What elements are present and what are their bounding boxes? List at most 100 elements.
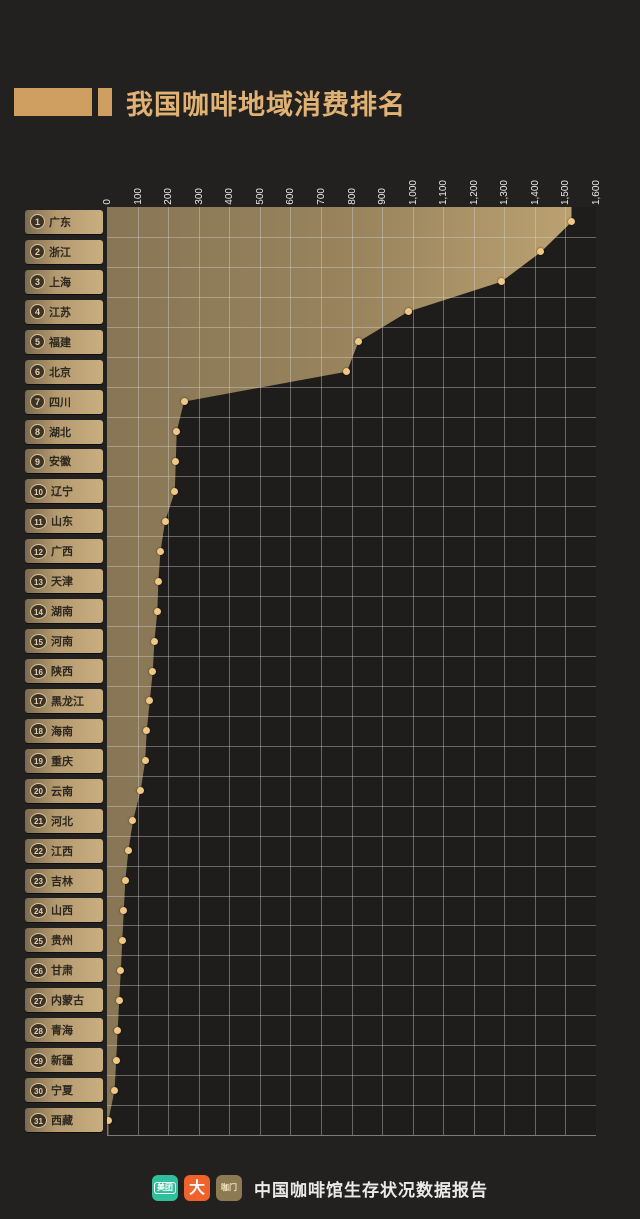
category-name: 甘肃	[51, 964, 73, 978]
category-row-label[interactable]: 29 新疆	[25, 1048, 103, 1073]
category-row-label[interactable]: 9 安徽	[25, 449, 103, 474]
x-axis-ticks: 0 100 200 300 400 500 600 700 800 900 1,000 1,100 1,…	[0, 150, 640, 207]
category-label-column: 1 广东 2 浙江 3 上海 4 江苏 5 福建 6 北京 7 四川 8 湖北 9 安徽 10 辽宁 11 山东 12 广西 1…	[25, 207, 103, 1135]
rank-badge: 30	[30, 1082, 47, 1098]
category-row-label[interactable]: 4 江苏	[25, 299, 103, 324]
category-row-label[interactable]: 11 山东	[25, 509, 103, 534]
category-name: 河北	[51, 814, 73, 828]
category-name: 山东	[51, 515, 73, 529]
x-axis-tick-label: 800	[346, 188, 358, 205]
category-row-label[interactable]: 13 天津	[25, 569, 103, 594]
vertical-gridline	[351, 207, 353, 1135]
category-row-label[interactable]: 8 湖北	[25, 419, 103, 444]
header: 我国咖啡地域消费排名	[0, 78, 640, 126]
category-row-label[interactable]: 18 海南	[25, 718, 103, 743]
rank-badge: 31	[30, 1112, 47, 1128]
rank-badge: 27	[30, 992, 47, 1008]
category-row-label[interactable]: 31 西藏	[25, 1108, 103, 1133]
meituan-logo: 美团	[152, 1175, 178, 1201]
vertical-gridline	[259, 207, 261, 1135]
category-name: 河南	[51, 635, 73, 649]
data-point[interactable]	[118, 936, 126, 944]
category-row-label[interactable]: 30 宁夏	[25, 1078, 103, 1103]
category-name: 安徽	[49, 455, 71, 469]
horizontal-gridline	[107, 1105, 596, 1106]
data-point[interactable]	[111, 1086, 119, 1094]
vertical-gridline	[443, 207, 445, 1135]
category-row-label[interactable]: 19 重庆	[25, 748, 103, 773]
category-row-label[interactable]: 22 江西	[25, 838, 103, 863]
category-row-label[interactable]: 1 广东	[25, 209, 103, 234]
horizontal-gridline	[107, 506, 596, 507]
category-row-label[interactable]: 15 河南	[25, 629, 103, 654]
category-row-label[interactable]: 28 青海	[25, 1018, 103, 1043]
data-point[interactable]	[149, 667, 157, 675]
category-row-label[interactable]: 26 甘肃	[25, 958, 103, 983]
x-axis-tick-label: 300	[193, 188, 205, 205]
horizontal-gridline	[107, 267, 596, 268]
rank-badge: 16	[30, 663, 47, 679]
category-row-label[interactable]: 6 北京	[25, 359, 103, 384]
horizontal-gridline	[107, 1045, 596, 1046]
horizontal-gridline	[107, 716, 596, 717]
data-point[interactable]	[114, 1026, 122, 1034]
data-point[interactable]	[161, 517, 169, 525]
data-point[interactable]	[156, 547, 164, 555]
category-row-label[interactable]: 7 四川	[25, 389, 103, 414]
category-name: 福建	[49, 335, 71, 349]
data-point[interactable]	[115, 996, 123, 1004]
data-point[interactable]	[112, 1056, 120, 1064]
horizontal-gridline	[107, 836, 596, 837]
category-name: 广西	[51, 545, 73, 559]
category-name: 广东	[49, 215, 71, 229]
category-name: 浙江	[49, 245, 71, 259]
data-point[interactable]	[124, 847, 132, 855]
category-row-label[interactable]: 5 福建	[25, 329, 103, 354]
category-name: 贵州	[51, 934, 73, 948]
data-point[interactable]	[180, 398, 188, 406]
category-name: 湖南	[51, 605, 73, 619]
category-name: 湖北	[49, 425, 71, 439]
vertical-gridline	[168, 207, 170, 1135]
category-row-label[interactable]: 24 山西	[25, 898, 103, 923]
category-row-label[interactable]: 25 贵州	[25, 928, 103, 953]
category-row-label[interactable]: 14 湖南	[25, 599, 103, 624]
category-row-label[interactable]: 3 上海	[25, 269, 103, 294]
data-point[interactable]	[107, 1116, 113, 1124]
chart-container: 0 100 200 300 400 500 600 700 800 900 1,000 1,100 1,…	[0, 150, 640, 1136]
x-axis-tick-label: 400	[224, 188, 236, 205]
rank-badge: 3	[30, 274, 45, 290]
data-point[interactable]	[154, 577, 162, 585]
data-point[interactable]	[153, 607, 161, 615]
vertical-gridline	[473, 207, 475, 1135]
category-row-label[interactable]: 21 河北	[25, 808, 103, 833]
data-point[interactable]	[404, 308, 412, 316]
category-row-label[interactable]: 2 浙江	[25, 239, 103, 264]
horizontal-gridline	[107, 656, 596, 657]
category-row-label[interactable]: 23 吉林	[25, 868, 103, 893]
rank-badge: 26	[30, 962, 47, 978]
data-point[interactable]	[150, 637, 158, 645]
x-axis-tick-label: 1,600	[591, 179, 602, 205]
vertical-gridline	[229, 207, 231, 1135]
rank-badge: 14	[30, 603, 47, 619]
category-row-label[interactable]: 17 黑龙江	[25, 688, 103, 713]
category-row-label[interactable]: 16 陕西	[25, 659, 103, 683]
x-axis-tick-label: 200	[163, 188, 175, 205]
category-row-label[interactable]: 27 内蒙古	[25, 988, 103, 1013]
category-row-label[interactable]: 10 辽宁	[25, 479, 103, 504]
category-row-label[interactable]: 20 云南	[25, 778, 103, 803]
category-row-label[interactable]: 12 广西	[25, 539, 103, 564]
data-point[interactable]	[141, 757, 149, 765]
x-axis-tick-label: 1,000	[407, 179, 419, 205]
vertical-gridline	[504, 207, 506, 1135]
horizontal-gridline	[107, 417, 596, 418]
footer: 美团 大 咖门 中国咖啡馆生存状况数据报告	[0, 1168, 640, 1208]
rank-badge: 5	[30, 334, 45, 350]
rank-badge: 29	[30, 1052, 47, 1068]
rank-badge: 1	[30, 214, 45, 230]
data-point[interactable]	[121, 877, 129, 885]
horizontal-gridline	[107, 297, 596, 298]
category-name: 海南	[51, 724, 73, 738]
category-name: 青海	[51, 1024, 73, 1038]
